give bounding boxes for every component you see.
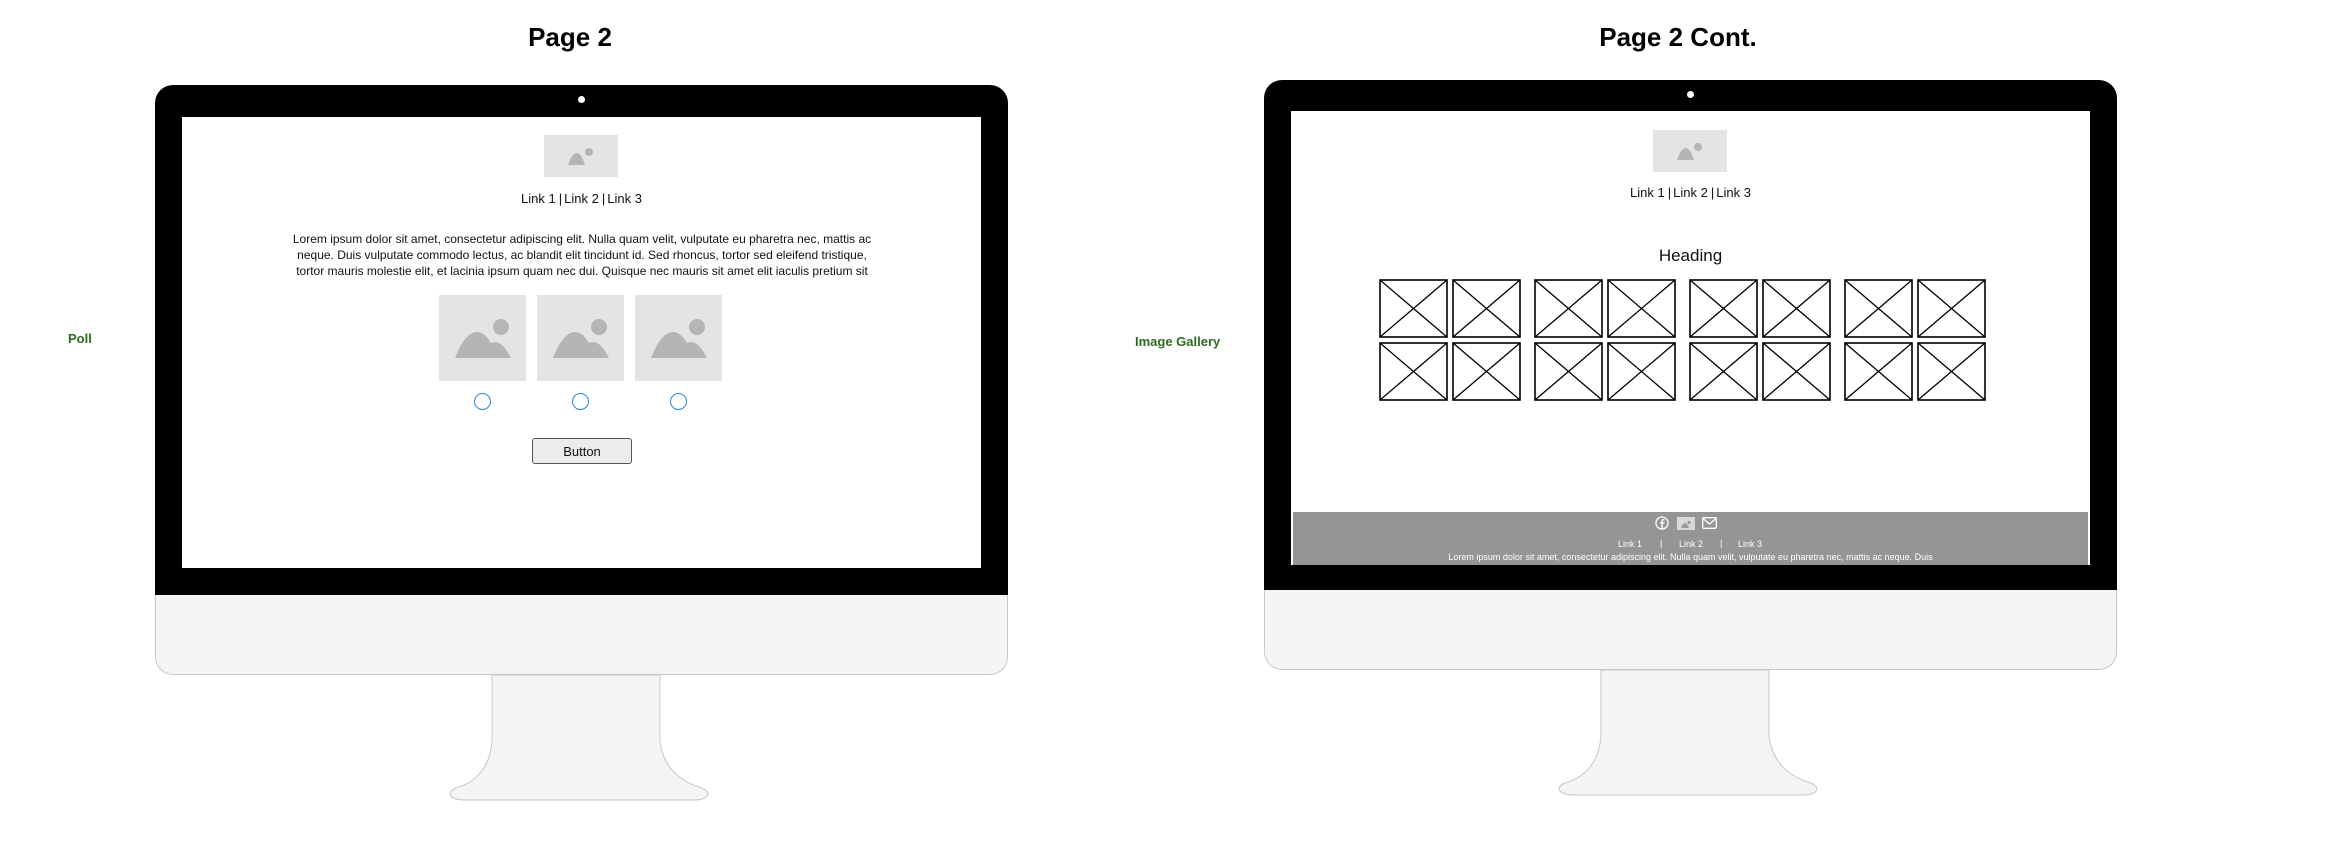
gallery-image-placeholder[interactable] bbox=[1607, 279, 1676, 338]
footer-separator: | bbox=[1720, 538, 1723, 548]
nav-bar: Link 1 | Link 2 | Link 3 bbox=[1591, 185, 1790, 200]
side-label-poll: Poll bbox=[68, 331, 92, 346]
camera-dot bbox=[1687, 91, 1694, 98]
side-label-image-gallery: Image Gallery bbox=[1135, 334, 1221, 349]
camera-dot bbox=[578, 96, 585, 103]
image-placeholder-icon bbox=[1677, 143, 1702, 160]
footer-text: Lorem ipsum dolor sit amet, consectetur … bbox=[1448, 552, 1933, 562]
image-placeholder-icon bbox=[552, 319, 609, 358]
footer: Link 1 | Link 2 | Link 3 Lorem ipsum dol… bbox=[1293, 512, 2088, 565]
footer-link-1[interactable]: Link 1 bbox=[1618, 539, 1642, 549]
gallery-image-placeholder[interactable] bbox=[1844, 279, 1913, 338]
paragraph-line: Lorem ipsum dolor sit amet, consectetur … bbox=[292, 232, 872, 246]
image-placeholder-icon bbox=[568, 148, 593, 165]
mail-icon[interactable] bbox=[1702, 517, 1717, 529]
poll-radio-3[interactable] bbox=[670, 393, 687, 410]
gallery-heading: Heading bbox=[1658, 246, 1723, 265]
nav-separator: | bbox=[601, 191, 606, 206]
monitor-right: Link 1 | Link 2 | Link 3 Heading Link 1 | Li… bbox=[1264, 80, 2117, 796]
monitor-chin bbox=[1264, 590, 2117, 670]
screen-left: Link 1 | Link 2 | Link 3 Lorem ipsum dolor s… bbox=[182, 117, 981, 568]
gallery-image-placeholder[interactable] bbox=[1534, 342, 1603, 401]
nav-link-1[interactable]: Link 1 bbox=[1630, 185, 1665, 200]
image-placeholder-icon bbox=[1677, 517, 1695, 530]
footer-separator: | bbox=[1660, 538, 1663, 548]
nav-separator: | bbox=[558, 191, 563, 206]
nav-bar: Link 1 | Link 2 | Link 3 bbox=[482, 191, 681, 206]
gallery-image-placeholder[interactable] bbox=[1689, 279, 1758, 338]
nav-link-1[interactable]: Link 1 bbox=[521, 191, 556, 206]
gallery-image-placeholder[interactable] bbox=[1844, 342, 1913, 401]
monitor-chin bbox=[155, 595, 1008, 675]
submit-button[interactable]: Button bbox=[532, 438, 632, 464]
image-placeholder-icon bbox=[454, 319, 511, 358]
image-placeholder-icon bbox=[650, 319, 707, 358]
nav-link-3[interactable]: Link 3 bbox=[607, 191, 642, 206]
logo-placeholder bbox=[544, 135, 618, 177]
nav-separator: | bbox=[1667, 185, 1672, 200]
footer-link-3[interactable]: Link 3 bbox=[1738, 539, 1762, 549]
poll-radio-1[interactable] bbox=[474, 393, 491, 410]
gallery-image-placeholder[interactable] bbox=[1689, 342, 1758, 401]
poll-option-image-2[interactable] bbox=[537, 295, 624, 381]
paragraph-line: tortor mauris molestie elit, et lacinia … bbox=[296, 264, 868, 278]
nav-link-3[interactable]: Link 3 bbox=[1716, 185, 1751, 200]
poll-option-image-3[interactable] bbox=[635, 295, 722, 381]
facebook-icon[interactable] bbox=[1655, 516, 1669, 530]
poll-radio-2[interactable] bbox=[572, 393, 589, 410]
screen-right: Link 1 | Link 2 | Link 3 Heading Link 1 | Li… bbox=[1291, 111, 2090, 565]
page-title-right: Page 2 Cont. bbox=[1599, 22, 1757, 52]
nav-link-2[interactable]: Link 2 bbox=[564, 191, 599, 206]
gallery-image-placeholder[interactable] bbox=[1452, 342, 1521, 401]
gallery-image-placeholder[interactable] bbox=[1762, 279, 1831, 338]
gallery-image-placeholder[interactable] bbox=[1452, 279, 1521, 338]
gallery-image-placeholder[interactable] bbox=[1607, 342, 1676, 401]
page-title-left: Page 2 bbox=[528, 22, 612, 52]
gallery-image-placeholder[interactable] bbox=[1917, 342, 1986, 401]
body-paragraph: Lorem ipsum dolor sit amet, consectetur … bbox=[242, 231, 922, 279]
gallery-image-placeholder[interactable] bbox=[1762, 342, 1831, 401]
image-gallery bbox=[1379, 279, 1999, 403]
monitor-stand bbox=[449, 674, 709, 801]
gallery-image-placeholder[interactable] bbox=[1917, 279, 1986, 338]
nav-separator: | bbox=[1710, 185, 1715, 200]
footer-link-2[interactable]: Link 2 bbox=[1679, 539, 1703, 549]
gallery-image-placeholder[interactable] bbox=[1379, 342, 1448, 401]
gallery-image-placeholder[interactable] bbox=[1379, 279, 1448, 338]
logo-placeholder bbox=[1653, 130, 1727, 172]
paragraph-line: neque. Duis vulputate commodo lectus, ac… bbox=[297, 248, 867, 262]
monitor-stand bbox=[1558, 669, 1818, 796]
poll-option-image-1[interactable] bbox=[439, 295, 526, 381]
nav-link-2[interactable]: Link 2 bbox=[1673, 185, 1708, 200]
monitor-left: Link 1 | Link 2 | Link 3 Lorem ipsum dolor s… bbox=[155, 85, 1008, 801]
gallery-image-placeholder[interactable] bbox=[1534, 279, 1603, 338]
